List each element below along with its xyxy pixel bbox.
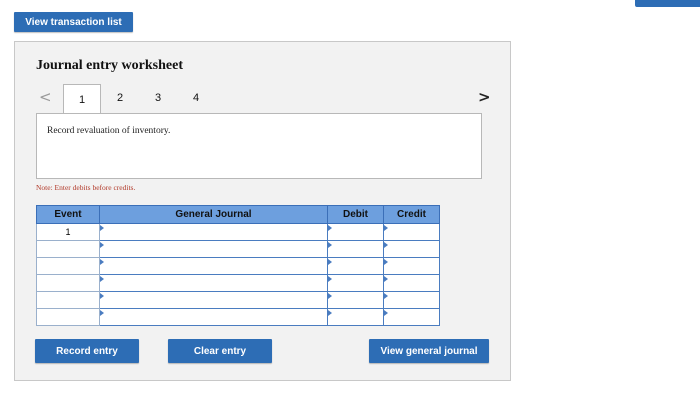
event-cell: [36, 274, 100, 292]
debit-input[interactable]: [327, 257, 384, 275]
general-journal-input[interactable]: [99, 274, 328, 292]
instruction-box: Record revaluation of inventory.: [36, 113, 482, 179]
event-cell: [36, 257, 100, 275]
credit-input[interactable]: [383, 223, 440, 241]
table-row: [36, 308, 440, 326]
page-tab-2[interactable]: 2: [101, 84, 139, 112]
debit-input[interactable]: [327, 308, 384, 326]
table-row: [36, 274, 440, 292]
general-journal-input[interactable]: [99, 291, 328, 309]
worksheet-pager: < 1 2 3 4 >: [15, 84, 510, 114]
table-row: [36, 240, 440, 258]
worksheet-title: Journal entry worksheet: [36, 58, 183, 73]
credit-input[interactable]: [383, 240, 440, 258]
table-row: [36, 257, 440, 275]
debit-input[interactable]: [327, 223, 384, 241]
view-general-journal-button[interactable]: View general journal: [369, 339, 489, 363]
credit-column-header: Credit: [383, 205, 440, 224]
journal-table-header: Event General Journal Debit Credit: [36, 205, 440, 224]
credit-input[interactable]: [383, 274, 440, 292]
credit-input[interactable]: [383, 291, 440, 309]
debit-credit-note: Note: Enter debits before credits.: [36, 183, 136, 192]
clear-entry-button[interactable]: Clear entry: [168, 339, 272, 363]
general-journal-input[interactable]: [99, 257, 328, 275]
instruction-text: Record revaluation of inventory.: [47, 126, 171, 136]
event-cell: 1: [36, 223, 100, 241]
table-row: [36, 291, 440, 309]
prev-page-icon[interactable]: <: [39, 88, 52, 106]
page-tab-3[interactable]: 3: [139, 84, 177, 112]
top-right-button[interactable]: [635, 0, 700, 7]
next-page-icon[interactable]: >: [478, 88, 491, 106]
debit-column-header: Debit: [327, 205, 384, 224]
credit-input[interactable]: [383, 257, 440, 275]
page-tab-1[interactable]: 1: [63, 84, 101, 114]
credit-input[interactable]: [383, 308, 440, 326]
debit-input[interactable]: [327, 291, 384, 309]
debit-input[interactable]: [327, 274, 384, 292]
record-entry-button[interactable]: Record entry: [35, 339, 139, 363]
journal-entry-worksheet-panel: Journal entry worksheet < 1 2 3 4 > Reco…: [14, 41, 511, 381]
general-journal-input[interactable]: [99, 223, 328, 241]
page-tab-4[interactable]: 4: [177, 84, 215, 112]
general-journal-input[interactable]: [99, 308, 328, 326]
table-row: 1: [36, 223, 440, 241]
journal-table: Event General Journal Debit Credit 1: [36, 205, 440, 326]
event-cell: [36, 240, 100, 258]
debit-input[interactable]: [327, 240, 384, 258]
view-transaction-list-button[interactable]: View transaction list: [14, 12, 133, 32]
general-journal-column-header: General Journal: [99, 205, 328, 224]
event-cell: [36, 291, 100, 309]
event-cell: [36, 308, 100, 326]
general-journal-input[interactable]: [99, 240, 328, 258]
event-column-header: Event: [36, 205, 100, 224]
